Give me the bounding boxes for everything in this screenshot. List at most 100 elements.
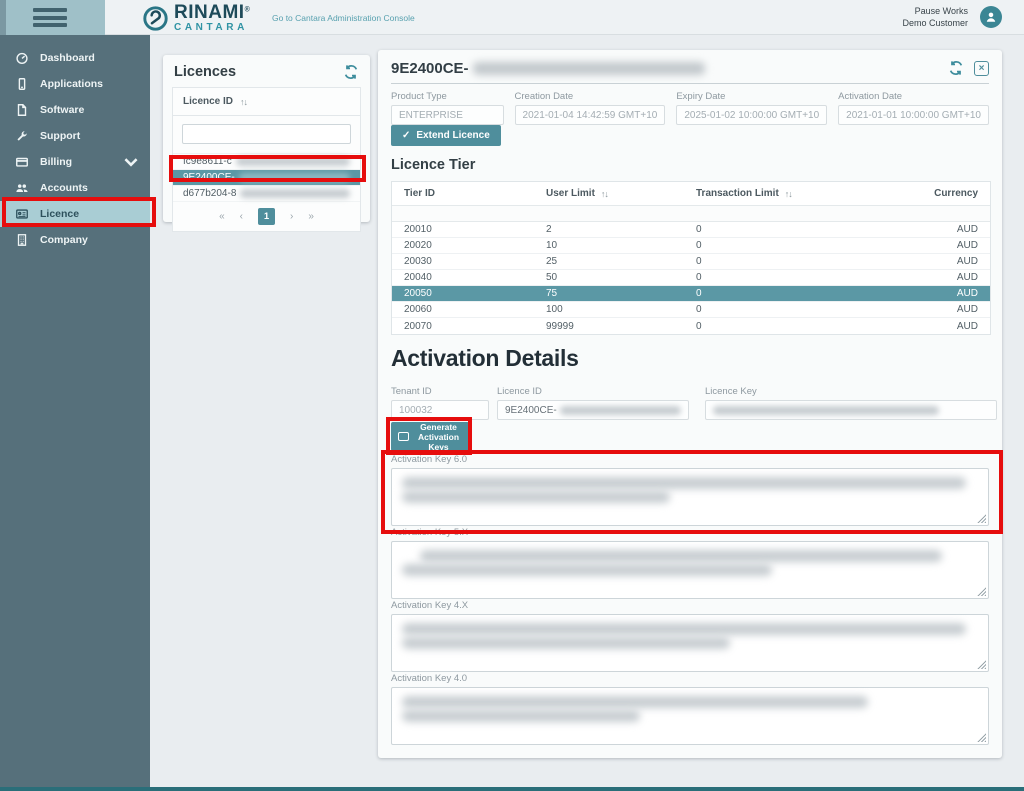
tenant-id-input[interactable]: 100032 <box>391 400 489 420</box>
transaction-limit-column-header[interactable]: Transaction Limit ↑↓ <box>696 188 856 199</box>
field-creation-date: Creation Date 2021-01-04 14:42:59 GMT+10 <box>515 91 666 125</box>
tier-id-cell: 20040 <box>404 272 546 283</box>
column-header-label: Transaction Limit <box>696 188 779 199</box>
user-name: Demo Customer <box>902 18 968 30</box>
tier-table-filter-row <box>392 206 990 222</box>
field-activation-date: Activation Date 2021-01-01 10:00:00 GMT+… <box>838 91 989 125</box>
table-row[interactable]: 20070 99999 0 AUD <box>392 318 990 334</box>
redacted-text <box>402 637 730 649</box>
field-label: Product Type <box>391 91 504 102</box>
sidebar-item-company[interactable]: Company <box>0 227 150 253</box>
licence-id-text: 9E2400CE- <box>183 172 235 183</box>
brand-secondary: CANTARA <box>174 23 250 33</box>
redacted-text <box>713 406 939 415</box>
credit-card-icon <box>14 155 29 170</box>
sidebar-item-billing[interactable]: Billing <box>0 149 150 175</box>
resize-handle[interactable] <box>977 660 986 669</box>
user-limit-cell: 100 <box>546 304 696 315</box>
table-row[interactable]: 20060 100 0 AUD <box>392 302 990 318</box>
pagination-prev-button[interactable]: ‹ <box>240 211 243 222</box>
file-icon <box>14 103 29 118</box>
hamburger-block <box>0 0 105 35</box>
refresh-icon[interactable] <box>343 64 359 80</box>
activation-key-6-0-textarea[interactable] <box>391 468 989 526</box>
sidebar-item-applications[interactable]: Applications <box>0 71 150 97</box>
licence-detail-panel: 9E2400CE- × Product Type ENTERPRISE Crea… <box>378 50 1002 758</box>
expiry-date-input[interactable]: 2025-01-02 10:00:00 GMT+10 <box>676 105 827 125</box>
licence-id-text: d677b204-8 <box>183 188 236 199</box>
user-avatar-icon[interactable] <box>980 6 1002 28</box>
activation-key-label: Activation Key 4.X <box>391 600 989 611</box>
user-info: Pause Works Demo Customer <box>902 6 968 29</box>
activation-key-label: Activation Key 5.X <box>391 527 989 538</box>
table-row[interactable]: 20030 25 0 AUD <box>392 254 990 270</box>
licence-detail-title: 9E2400CE- <box>391 60 469 77</box>
generate-activation-keys-button[interactable]: Generate Activation Keys <box>391 422 469 451</box>
close-icon[interactable]: × <box>974 61 989 76</box>
sort-icon[interactable]: ↑↓ <box>785 189 792 199</box>
licence-list-row[interactable]: d677b204-8 <box>173 186 360 202</box>
resize-handle[interactable] <box>977 587 986 596</box>
licence-id-input[interactable]: 9E2400CE- <box>497 400 689 420</box>
product-type-input[interactable]: ENTERPRISE <box>391 105 504 125</box>
table-row[interactable]: 20040 50 0 AUD <box>392 270 990 286</box>
licence-id-filter-input[interactable] <box>182 124 351 144</box>
pagination-first-button[interactable]: « <box>219 211 225 222</box>
activation-key-4-0-group: Activation Key 4.0 <box>391 673 989 745</box>
tier-id-cell: 20030 <box>404 256 546 267</box>
redacted-text <box>560 406 681 415</box>
redacted-text <box>402 696 868 708</box>
sidebar-item-support[interactable]: Support <box>0 123 150 149</box>
hamburger-menu-icon[interactable] <box>33 8 67 31</box>
pagination-last-button[interactable]: » <box>308 211 314 222</box>
admin-console-link[interactable]: Go to Cantara Administration Console <box>272 13 415 23</box>
licence-id-column-header[interactable]: Licence ID ↑↓ <box>173 88 360 116</box>
licence-tier-table: Tier ID User Limit ↑↓ Transaction Limit … <box>391 181 991 335</box>
sort-icon[interactable]: ↑↓ <box>601 189 608 199</box>
activation-key-label: Activation Key 4.0 <box>391 673 989 684</box>
brand-logo: RINAMI® CANTARA <box>142 3 250 33</box>
sort-icon[interactable]: ↑↓ <box>240 97 247 107</box>
field-label: Tenant ID <box>391 386 489 397</box>
sidebar-item-software[interactable]: Software <box>0 97 150 123</box>
licence-key-input[interactable] <box>705 400 997 420</box>
table-row[interactable]: 20010 2 0 AUD <box>392 222 990 238</box>
currency-cell: AUD <box>856 256 978 267</box>
resize-handle[interactable] <box>977 514 986 523</box>
users-icon <box>14 181 29 196</box>
mobile-app-icon <box>14 77 29 92</box>
activation-key-5-x-textarea[interactable] <box>391 541 989 599</box>
licences-list-panel: Licences Licence ID ↑↓ fc9e8611-c 9E2 <box>163 55 370 222</box>
user-limit-cell: 10 <box>546 240 696 251</box>
currency-column-header: Currency <box>856 188 978 199</box>
sidebar-item-label: Billing <box>40 156 72 168</box>
sidebar-item-dashboard[interactable]: Dashboard <box>0 45 150 71</box>
currency-cell: AUD <box>856 304 978 315</box>
creation-date-input[interactable]: 2021-01-04 14:42:59 GMT+10 <box>515 105 666 125</box>
user-limit-cell: 2 <box>546 224 696 235</box>
activation-date-input[interactable]: 2021-01-01 10:00:00 GMT+10 <box>838 105 989 125</box>
table-row-selected[interactable]: 20050 75 0 AUD <box>392 286 990 302</box>
currency-cell: AUD <box>856 224 978 235</box>
field-licence-id: Licence ID 9E2400CE- <box>497 386 689 420</box>
logo-swirl-icon <box>142 5 169 32</box>
sidebar-item-accounts[interactable]: Accounts <box>0 175 150 201</box>
tier-id-column-header: Tier ID <box>404 188 546 199</box>
activation-key-4-0-textarea[interactable] <box>391 687 989 745</box>
sidebar-item-licence[interactable]: Licence <box>0 201 150 227</box>
licence-list-row-selected[interactable]: 9E2400CE- <box>173 170 360 186</box>
building-icon <box>14 233 29 248</box>
licences-panel-title: Licences <box>174 64 236 80</box>
refresh-icon[interactable] <box>948 60 964 76</box>
pagination-current-page[interactable]: 1 <box>258 208 275 225</box>
licence-tier-section-title: Licence Tier <box>391 157 475 173</box>
table-row[interactable]: 20020 10 0 AUD <box>392 238 990 254</box>
licence-list-row[interactable]: fc9e8611-c <box>173 154 360 170</box>
top-header: RINAMI® CANTARA Go to Cantara Administra… <box>0 0 1024 35</box>
pagination-next-button[interactable]: › <box>290 211 293 222</box>
extend-licence-button[interactable]: ✓ Extend Licence <box>391 125 501 146</box>
activation-key-4-x-textarea[interactable] <box>391 614 989 672</box>
generate-label-line2: Activation Keys <box>418 432 459 452</box>
resize-handle[interactable] <box>977 733 986 742</box>
user-limit-column-header[interactable]: User Limit ↑↓ <box>546 188 696 199</box>
